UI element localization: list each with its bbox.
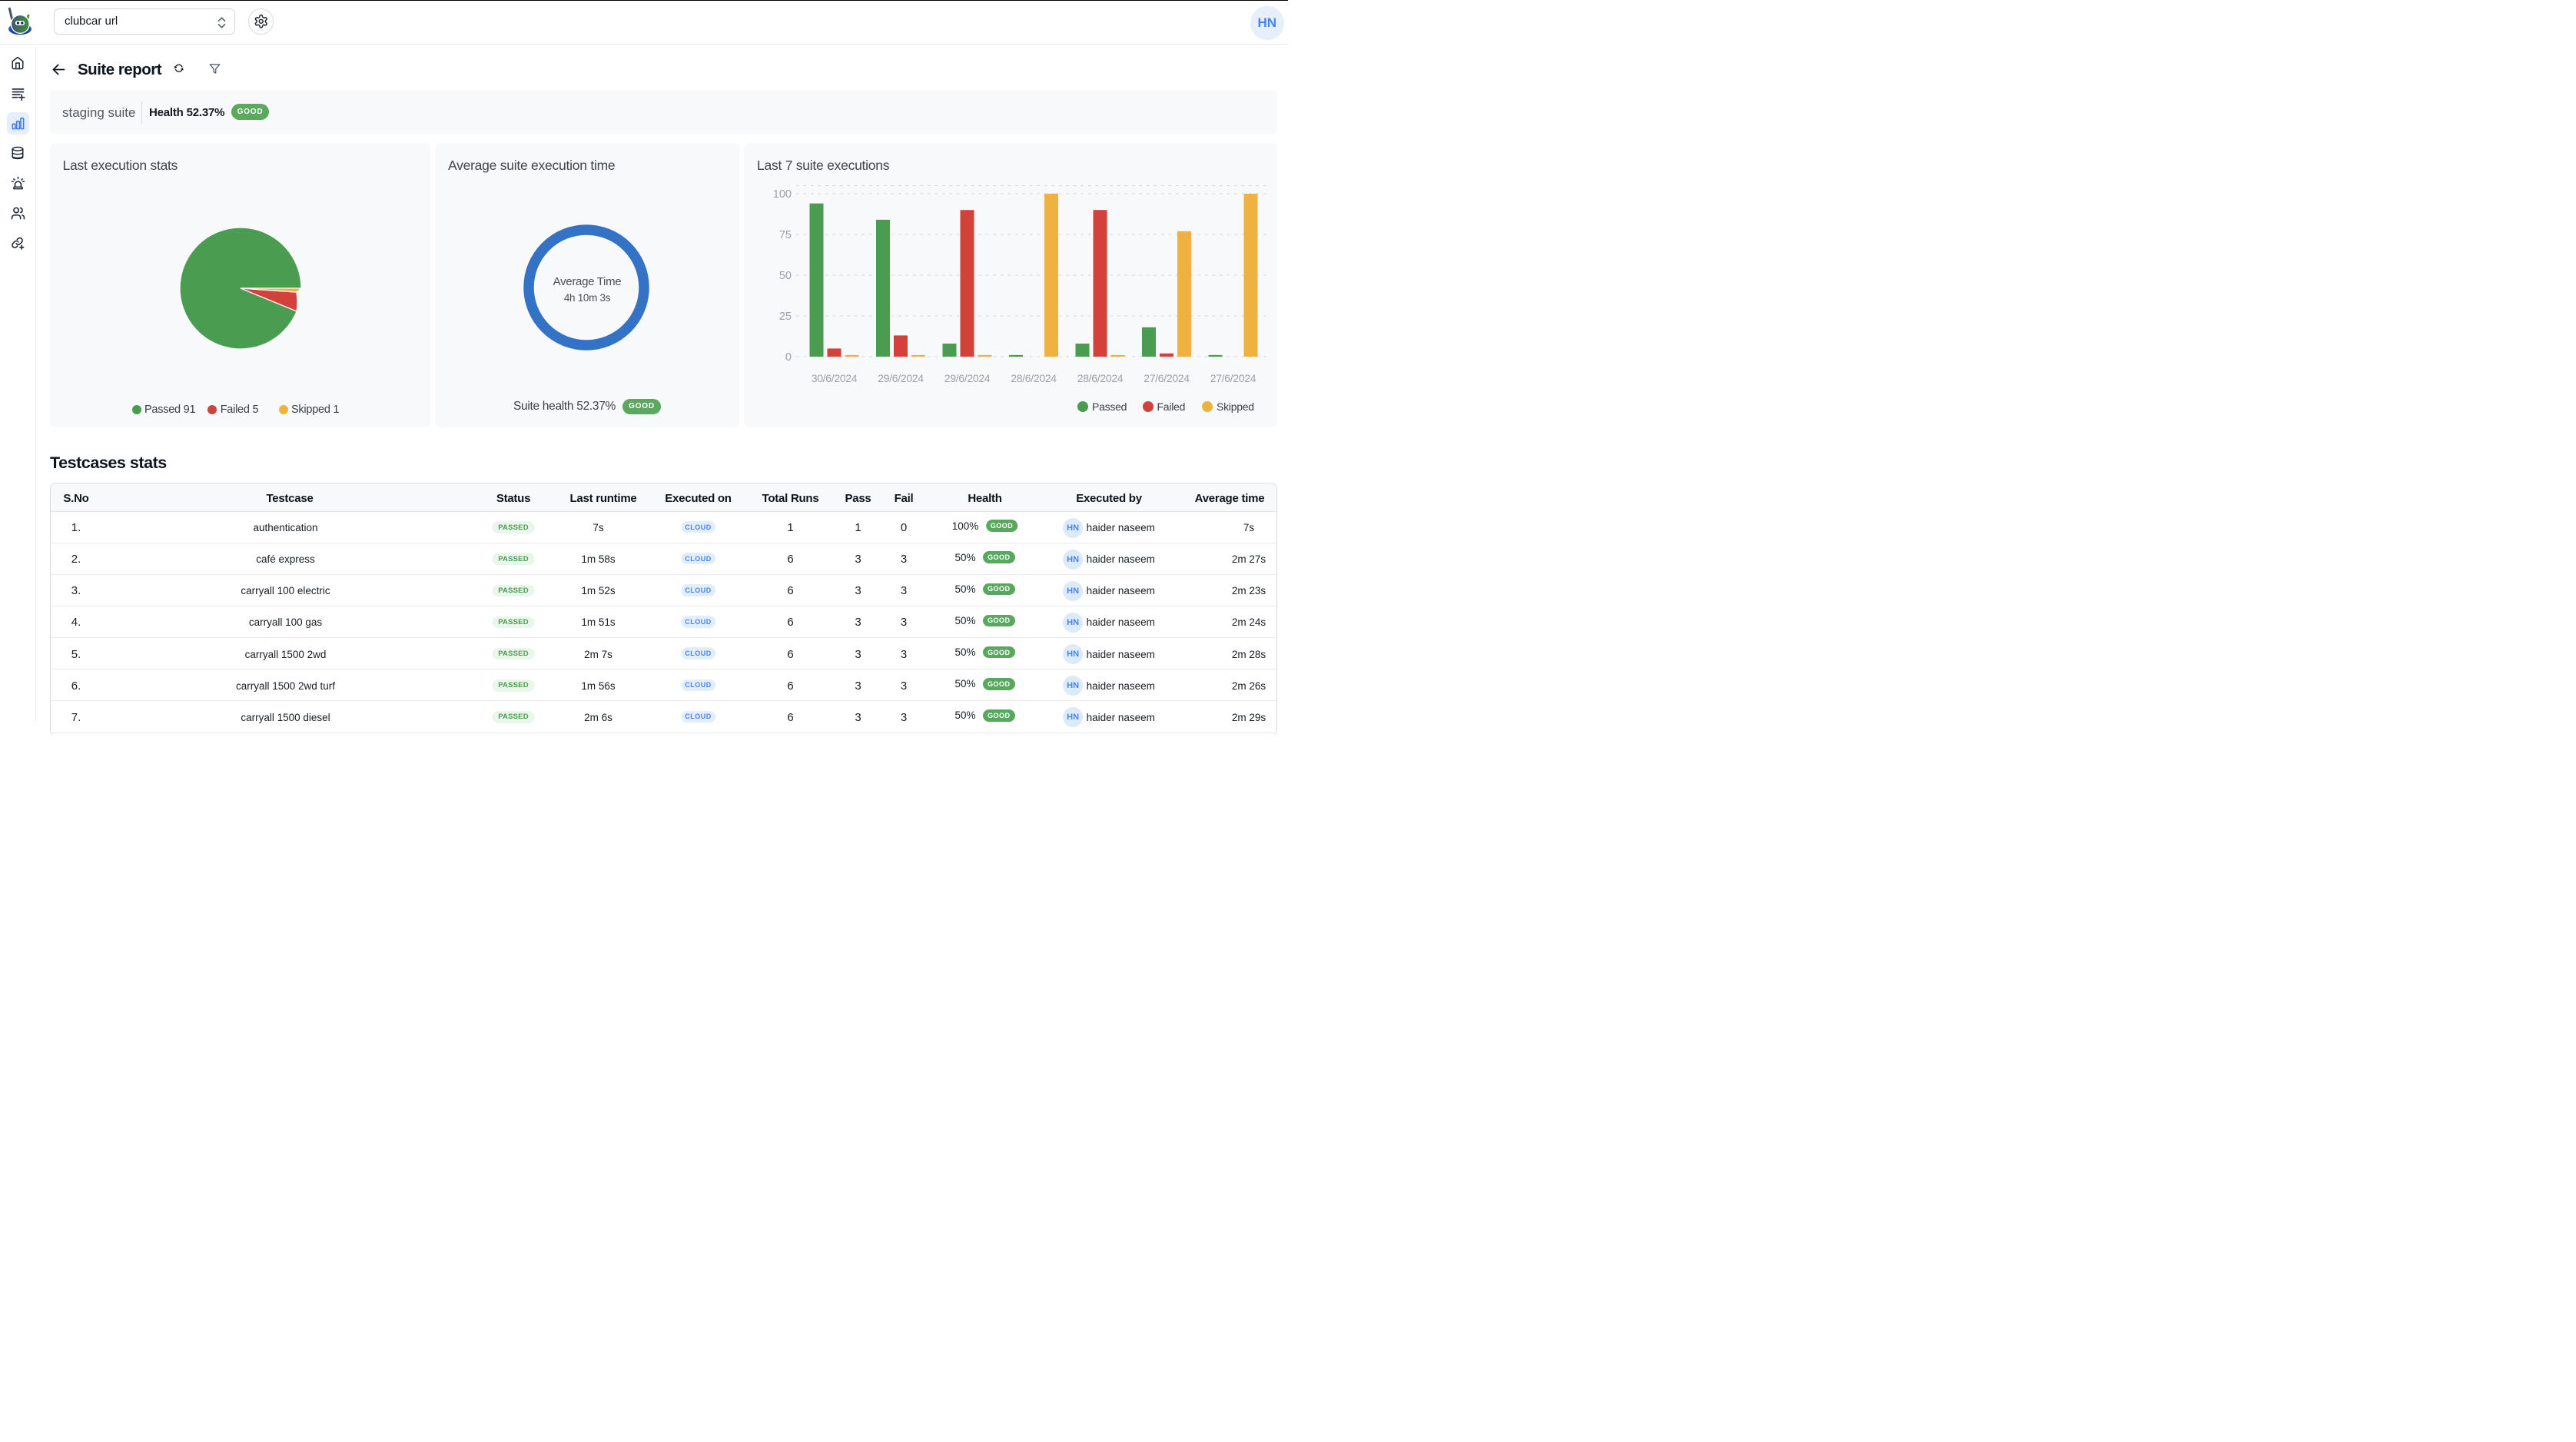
svg-text:27/6/2024: 27/6/2024 [1210, 372, 1256, 384]
svg-text:30/6/2024: 30/6/2024 [812, 372, 858, 384]
svg-text:28/6/2024: 28/6/2024 [1011, 372, 1057, 384]
svg-text:100: 100 [773, 188, 792, 201]
svg-text:29/6/2024: 29/6/2024 [878, 372, 924, 384]
svg-text:50: 50 [779, 270, 792, 282]
svg-text:25: 25 [779, 311, 792, 323]
svg-text:27/6/2024: 27/6/2024 [1144, 372, 1190, 384]
svg-text:0: 0 [785, 351, 792, 364]
svg-text:29/6/2024: 29/6/2024 [944, 372, 991, 384]
svg-text:28/6/2024: 28/6/2024 [1077, 372, 1124, 384]
svg-text:75: 75 [779, 229, 792, 241]
